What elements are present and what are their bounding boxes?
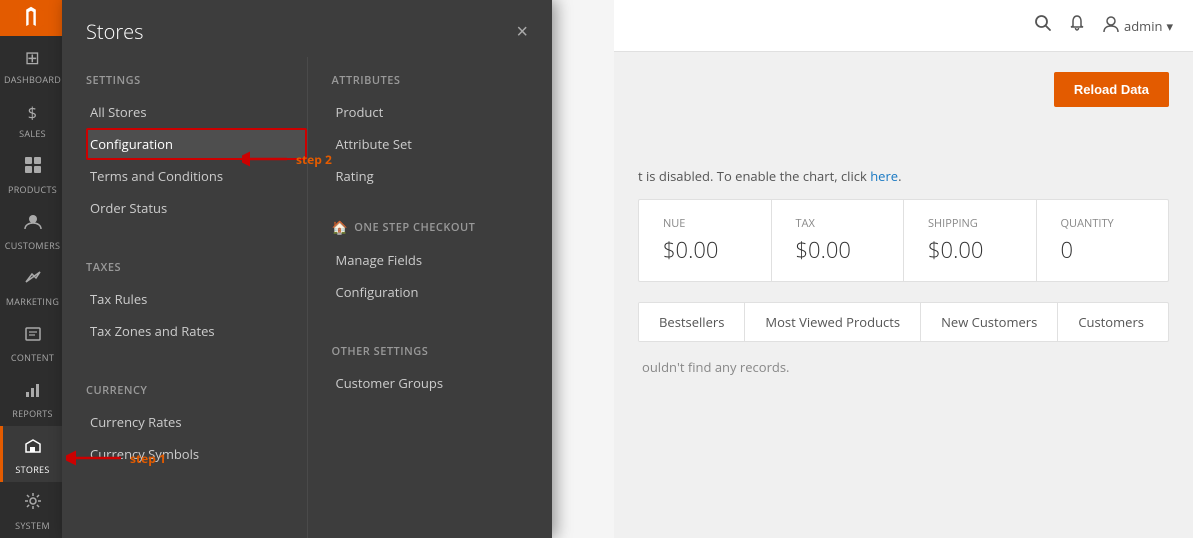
stores-menu-currency-symbols[interactable]: Currency Symbols bbox=[86, 438, 307, 470]
magento-logo[interactable] bbox=[0, 0, 62, 36]
stores-menu-configuration[interactable]: Configuration bbox=[86, 128, 307, 160]
chart-disabled-message: t is disabled. To enable the chart, clic… bbox=[638, 167, 1169, 185]
stores-menu-manage-fields[interactable]: Manage Fields bbox=[332, 244, 553, 276]
user-icon bbox=[1102, 15, 1120, 37]
sidebar-item-content[interactable]: CONTENT bbox=[0, 314, 62, 370]
user-menu[interactable]: admin ▾ bbox=[1102, 15, 1173, 37]
sidebar-item-reports-label: REPORTS bbox=[12, 407, 53, 420]
system-icon bbox=[24, 492, 42, 516]
stat-quantity-value: 0 bbox=[1061, 235, 1145, 265]
one-step-checkout-header: 🏠 One Step Checkout bbox=[332, 202, 553, 244]
stores-menu-attribute-set[interactable]: Attribute Set bbox=[332, 128, 553, 160]
stores-menu-rating[interactable]: Rating bbox=[332, 160, 553, 192]
bell-icon[interactable] bbox=[1068, 14, 1086, 38]
stat-tax-label: Tax bbox=[796, 216, 880, 231]
stores-menu-tax-rules[interactable]: Tax Rules bbox=[86, 283, 307, 315]
topbar: admin ▾ bbox=[614, 0, 1193, 52]
products-icon bbox=[24, 156, 42, 180]
stat-revenue: nue $0.00 bbox=[639, 200, 772, 281]
stat-shipping-label: Shipping bbox=[928, 216, 1012, 231]
stores-menu-currency-rates[interactable]: Currency Rates bbox=[86, 406, 307, 438]
dashboard-area: Reload Data t is disabled. To enable the… bbox=[614, 52, 1193, 538]
stores-panel-title: Stores bbox=[86, 18, 143, 45]
other-settings-section-title: Other Settings bbox=[332, 328, 553, 367]
customers-icon bbox=[24, 212, 42, 236]
attributes-section-title: Attributes bbox=[332, 57, 553, 96]
main-content: admin ▾ Reload Data t is disabled. To en… bbox=[614, 0, 1193, 538]
sidebar-item-dashboard-label: DASHBOARD bbox=[4, 73, 61, 86]
stat-revenue-value: $0.00 bbox=[663, 235, 747, 265]
sidebar-item-system-label: SYSTEM bbox=[15, 519, 50, 532]
settings-section-title: Settings bbox=[86, 57, 307, 96]
stat-tax: Tax $0.00 bbox=[772, 200, 905, 281]
sales-icon: $ bbox=[28, 102, 37, 124]
stats-row: nue $0.00 Tax $0.00 Shipping $0.00 Quant… bbox=[638, 199, 1169, 282]
stores-panel: Stores × Settings All Stores Configurati… bbox=[62, 0, 552, 538]
stores-menu-order-status[interactable]: Order Status bbox=[86, 192, 307, 224]
stat-shipping-value: $0.00 bbox=[928, 235, 1012, 265]
stores-panel-header: Stores × bbox=[62, 0, 552, 57]
search-icon[interactable] bbox=[1034, 14, 1052, 38]
stat-revenue-label: nue bbox=[663, 216, 747, 231]
dropdown-icon: ▾ bbox=[1166, 17, 1173, 35]
sidebar-item-stores[interactable]: STORES bbox=[0, 426, 62, 482]
stores-left-column: Settings All Stores Configuration Terms … bbox=[62, 57, 308, 538]
sidebar-item-products[interactable]: PRODUCTS bbox=[0, 146, 62, 202]
tab-most-viewed[interactable]: Most Viewed Products bbox=[745, 303, 921, 341]
stores-icon bbox=[24, 436, 42, 460]
stores-menu-tax-zones[interactable]: Tax Zones and Rates bbox=[86, 315, 307, 347]
house-icon: 🏠 bbox=[332, 218, 349, 236]
one-step-checkout-title: One Step Checkout bbox=[354, 220, 475, 235]
sidebar-item-system[interactable]: SYSTEM bbox=[0, 482, 62, 538]
content-icon bbox=[24, 324, 42, 348]
stat-quantity-label: Quantity bbox=[1061, 216, 1145, 231]
taxes-section-title: Taxes bbox=[86, 244, 307, 283]
currency-section-title: Currency bbox=[86, 367, 307, 406]
tab-new-customers[interactable]: New Customers bbox=[921, 303, 1058, 341]
stores-menu-customer-groups[interactable]: Customer Groups bbox=[332, 367, 553, 399]
sidebar-item-products-label: PRODUCTS bbox=[8, 183, 57, 196]
stat-tax-value: $0.00 bbox=[796, 235, 880, 265]
reports-icon bbox=[24, 380, 42, 404]
sidebar-item-stores-label: STORES bbox=[15, 463, 49, 476]
sidebar-item-dashboard[interactable]: ⊞ DASHBOARD bbox=[0, 36, 62, 92]
tab-bestsellers[interactable]: Bestsellers bbox=[639, 303, 745, 341]
sidebar-item-customers[interactable]: CUSTOMERS bbox=[0, 202, 62, 258]
sidebar-item-marketing-label: MARKETING bbox=[6, 295, 59, 308]
chart-enable-link[interactable]: here bbox=[870, 167, 898, 185]
sidebar-item-sales-label: SALES bbox=[19, 127, 46, 140]
stores-menu-all-stores[interactable]: All Stores bbox=[86, 96, 307, 128]
stores-close-button[interactable]: × bbox=[516, 22, 528, 42]
no-records-message: ouldn't find any records. bbox=[638, 342, 1169, 392]
tab-customers[interactable]: Customers bbox=[1058, 303, 1164, 341]
stores-menu-product[interactable]: Product bbox=[332, 96, 553, 128]
sidebar-item-marketing[interactable]: MARKETING bbox=[0, 258, 62, 314]
username-label: admin bbox=[1124, 17, 1162, 35]
tabs-row: Bestsellers Most Viewed Products New Cus… bbox=[638, 302, 1169, 342]
stat-shipping: Shipping $0.00 bbox=[904, 200, 1037, 281]
reload-data-button[interactable]: Reload Data bbox=[1054, 72, 1169, 107]
sidebar-item-reports[interactable]: REPORTS bbox=[0, 370, 62, 426]
marketing-icon bbox=[24, 268, 42, 292]
stores-right-column: Attributes Product Attribute Set Rating … bbox=[308, 57, 553, 538]
sidebar-item-sales[interactable]: $ SALES bbox=[0, 92, 62, 146]
stat-quantity: Quantity 0 bbox=[1037, 200, 1169, 281]
sidebar-item-content-label: CONTENT bbox=[11, 351, 54, 364]
stores-panel-body: Settings All Stores Configuration Terms … bbox=[62, 57, 552, 538]
sidebar-item-customers-label: CUSTOMERS bbox=[5, 239, 60, 252]
dashboard-icon: ⊞ bbox=[25, 46, 40, 70]
stores-menu-terms[interactable]: Terms and Conditions bbox=[86, 160, 307, 192]
sidebar: ⊞ DASHBOARD $ SALES PRODUCTS bbox=[0, 0, 62, 538]
stores-menu-oc-configuration[interactable]: Configuration bbox=[332, 276, 553, 308]
